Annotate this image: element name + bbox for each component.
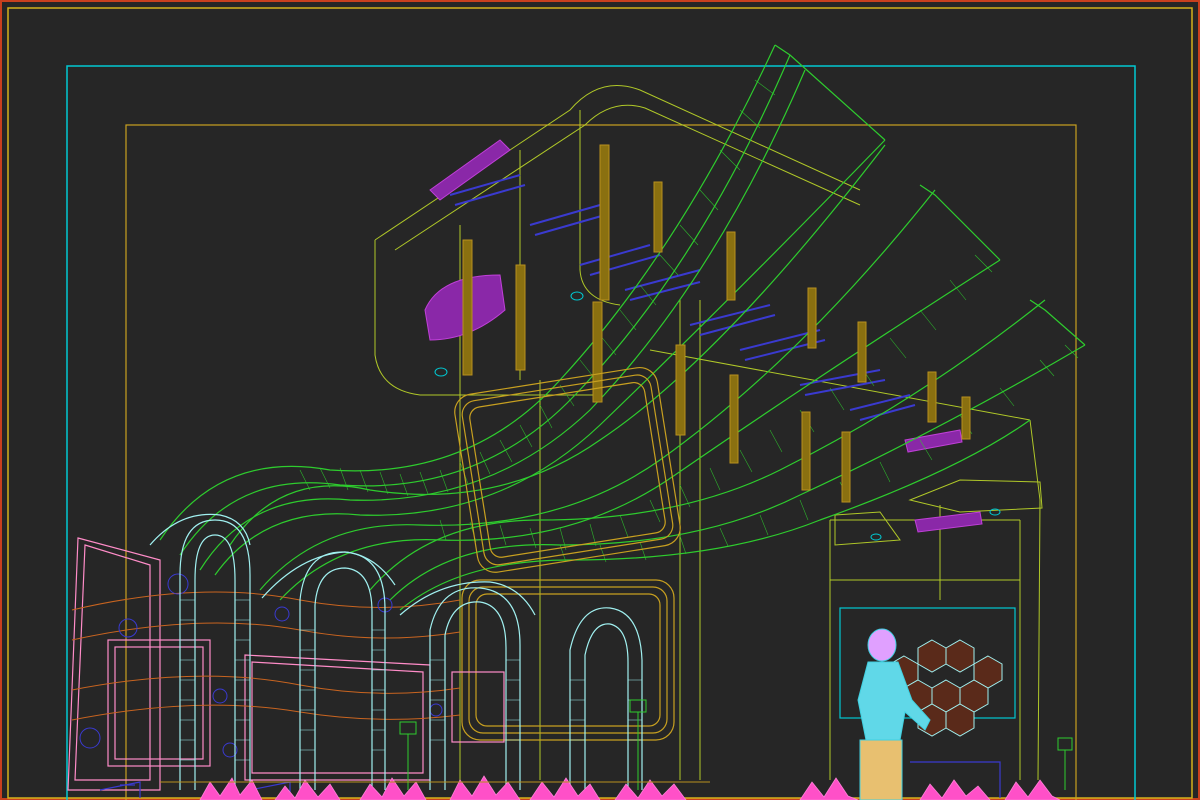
booth-structure <box>374 85 1043 781</box>
spotlights <box>424 139 983 533</box>
arch-ribs <box>149 513 643 790</box>
canopy-hatch-1 <box>299 79 776 497</box>
canopy-beams <box>462 144 971 503</box>
cad-viewport[interactable] <box>0 0 1200 800</box>
wall-circles <box>79 573 443 758</box>
wireframe-drawing <box>0 0 1200 800</box>
display-frames <box>454 366 681 741</box>
